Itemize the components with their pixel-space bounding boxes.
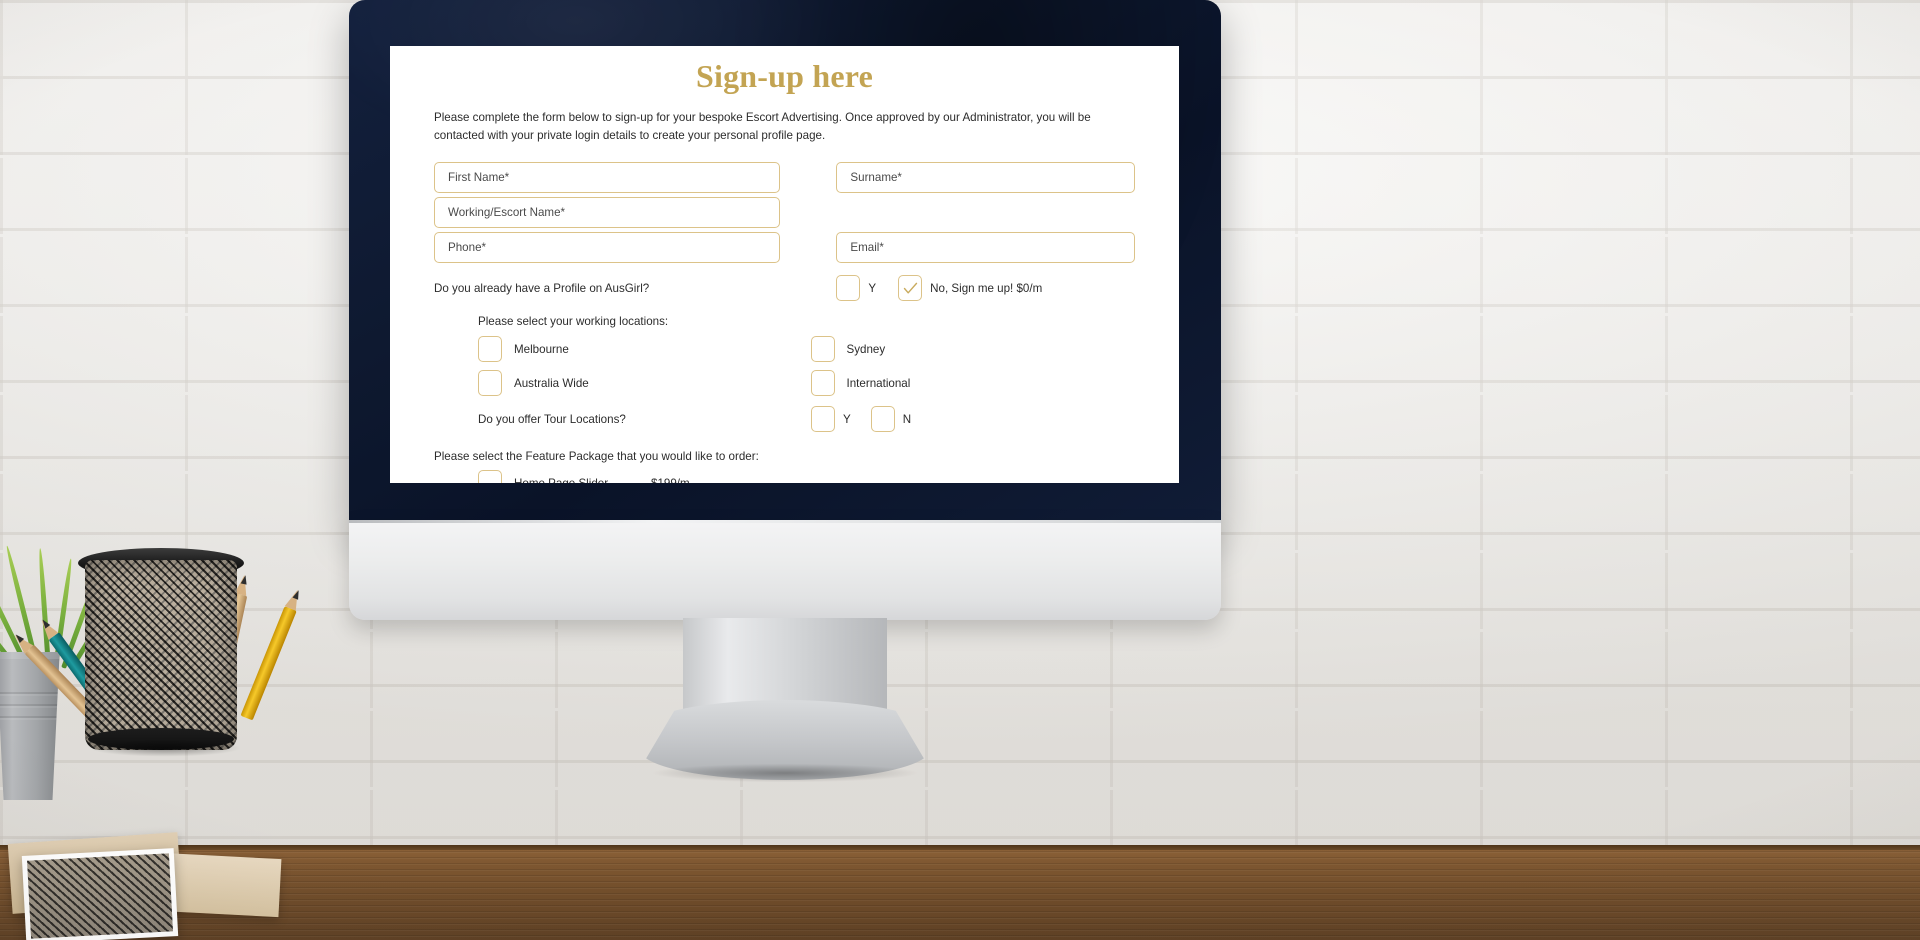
profile-signup-checkbox[interactable] bbox=[898, 275, 923, 301]
profile-question-text-row: Do you already have a Profile on AusGirl… bbox=[434, 273, 780, 303]
feature-package-heading: Please select the Feature Package that y… bbox=[434, 450, 759, 463]
profile-option-yes[interactable]: Y bbox=[836, 275, 876, 301]
tour-option-list: Y N bbox=[811, 406, 911, 432]
profile-option-list: Y No, Sign me up! $0/m bbox=[836, 273, 1135, 303]
australia-wide-checkbox[interactable] bbox=[478, 370, 502, 396]
profile-question-row: Do you already have a Profile on AusGirl… bbox=[434, 267, 1135, 303]
international-checkbox[interactable] bbox=[810, 370, 835, 396]
locations-row-2: Australia Wide International bbox=[434, 370, 1135, 396]
desk-front-edge bbox=[0, 845, 1920, 850]
tour-yes-label: Y bbox=[843, 412, 851, 426]
home-page-slider-label: Home Page Slider bbox=[514, 476, 609, 484]
profile-yes-label: Y bbox=[868, 281, 877, 295]
monitor-screen: Sign-up here Please complete the form be… bbox=[390, 46, 1179, 483]
pencil-cup-shadow bbox=[60, 736, 270, 760]
melbourne-label: Melbourne bbox=[514, 342, 569, 356]
monitor-stand-shadow bbox=[600, 760, 970, 786]
profile-question-label: Do you already have a Profile on AusGirl… bbox=[434, 281, 650, 295]
page-title: Sign-up here bbox=[696, 58, 873, 94]
location-option-sydney[interactable]: Sydney bbox=[810, 336, 1136, 362]
profile-question-label-wrap: Do you already have a Profile on AusGirl… bbox=[434, 267, 780, 303]
tour-locations-row: Do you offer Tour Locations? Y N bbox=[434, 406, 1135, 432]
international-label: International bbox=[846, 376, 911, 390]
home-page-slider-checkbox[interactable] bbox=[478, 470, 502, 483]
tour-no-label: N bbox=[902, 412, 912, 426]
tour-option-no[interactable]: N bbox=[870, 406, 912, 432]
australia-wide-label: Australia Wide bbox=[514, 376, 589, 390]
feature-package-item[interactable]: Home Page Slider $199/m bbox=[478, 470, 1135, 483]
profile-signup-label: No, Sign me up! $0/m bbox=[930, 281, 1043, 295]
contact-right-column: Email* bbox=[836, 232, 1135, 267]
location-option-melbourne[interactable]: Melbourne bbox=[478, 336, 811, 362]
check-icon bbox=[903, 282, 917, 293]
home-page-slider-price: $199/m bbox=[651, 476, 690, 484]
monitor-chin bbox=[349, 520, 1221, 620]
contact-row: Phone* Email* bbox=[434, 232, 1135, 267]
contact-left-column: Phone* bbox=[434, 232, 781, 267]
working-name-input[interactable]: Working/Escort Name* bbox=[434, 197, 781, 228]
signup-form: First Name* Working/Escort Name* Surname… bbox=[434, 162, 1135, 483]
desk-scene-photo: Sign-up here Please complete the form be… bbox=[0, 0, 1920, 940]
first-name-input[interactable]: First Name* bbox=[434, 162, 781, 193]
profile-yes-checkbox[interactable] bbox=[836, 275, 861, 301]
locations-row-1: Melbourne Sydney bbox=[434, 336, 1135, 362]
location-option-australia-wide[interactable]: Australia Wide bbox=[478, 370, 811, 396]
wooden-desk-surface bbox=[0, 845, 1920, 940]
name-right-column: Surname* bbox=[836, 162, 1135, 197]
phone-input[interactable]: Phone* bbox=[434, 232, 781, 263]
photo-print-image bbox=[27, 853, 173, 939]
intro-paragraph: Please complete the form below to sign-u… bbox=[434, 111, 1091, 142]
tour-no-checkbox[interactable] bbox=[870, 406, 895, 432]
melbourne-checkbox[interactable] bbox=[478, 336, 502, 362]
tour-question-label: Do you offer Tour Locations? bbox=[478, 412, 626, 426]
tour-option-yes[interactable]: Y bbox=[811, 406, 851, 432]
notebook-small bbox=[158, 852, 282, 918]
location-option-international[interactable]: International bbox=[810, 370, 1136, 396]
profile-option-signup[interactable]: No, Sign me up! $0/m bbox=[898, 275, 1042, 301]
working-locations-heading: Please select your working locations: bbox=[478, 315, 669, 328]
surname-input[interactable]: Surname* bbox=[836, 162, 1135, 193]
tour-yes-checkbox[interactable] bbox=[811, 406, 835, 432]
photo-print bbox=[21, 848, 179, 940]
pencil-cup bbox=[85, 560, 237, 750]
profile-question-options: Y No, Sign me up! $0/m bbox=[836, 267, 1135, 303]
name-left-column: First Name* Working/Escort Name* bbox=[434, 162, 781, 232]
signup-page: Sign-up here Please complete the form be… bbox=[390, 46, 1179, 483]
sydney-checkbox[interactable] bbox=[810, 336, 835, 362]
name-row: First Name* Working/Escort Name* Surname… bbox=[434, 162, 1135, 232]
email-input[interactable]: Email* bbox=[836, 232, 1135, 263]
sydney-label: Sydney bbox=[846, 342, 886, 356]
